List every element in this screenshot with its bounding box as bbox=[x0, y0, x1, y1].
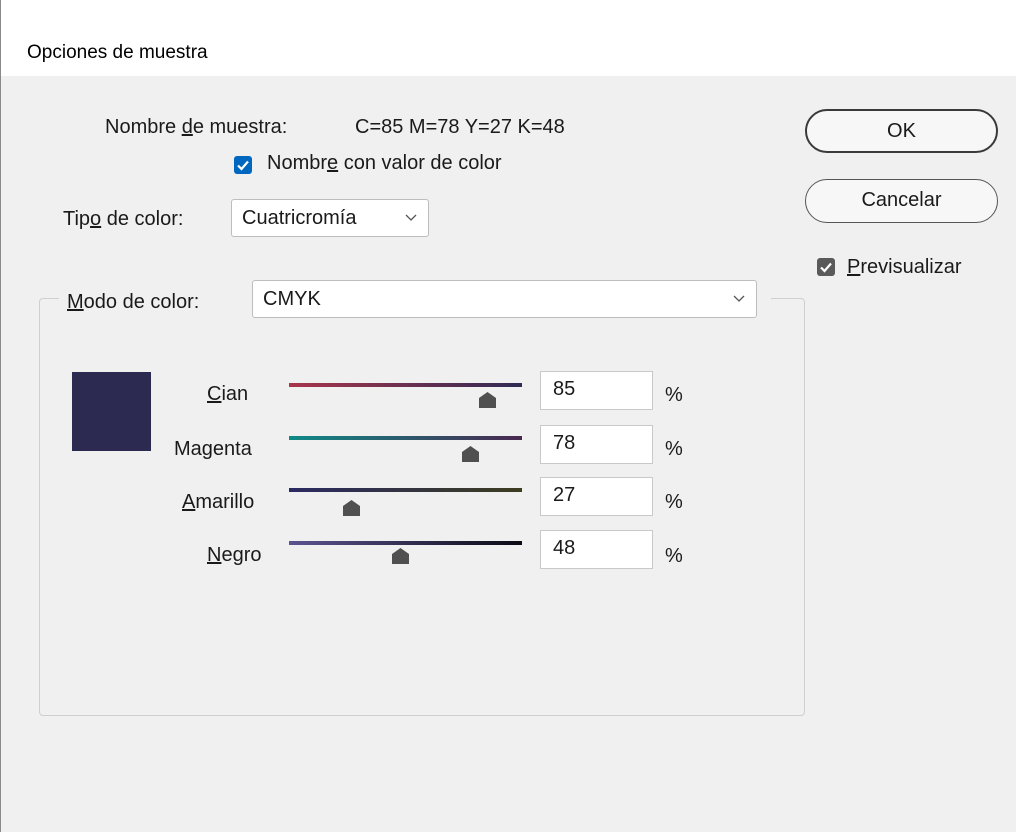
swatch-name-label-text: Nombre bbox=[105, 116, 182, 138]
magenta-mnemonic: g bbox=[201, 438, 213, 460]
black-value: 48 bbox=[553, 537, 576, 559]
magenta-unit: % bbox=[665, 438, 683, 460]
black-value-input[interactable]: 48 bbox=[540, 530, 653, 569]
preview-label[interactable]: Previsualizar bbox=[847, 256, 962, 279]
color-type-label: Tipo de color: bbox=[63, 208, 183, 231]
magenta-label: Magenta bbox=[174, 438, 252, 461]
color-preview-swatch bbox=[72, 372, 151, 451]
black-unit: % bbox=[665, 545, 683, 567]
preview-text: revisualizar bbox=[860, 256, 962, 278]
title-bar: Opciones de muestra bbox=[1, 8, 1016, 76]
color-mode-text: odo de color: bbox=[83, 291, 200, 313]
cyan-mnemonic: C bbox=[207, 383, 222, 405]
cyan-slider-track[interactable] bbox=[289, 383, 522, 387]
magenta-value: 78 bbox=[553, 432, 576, 454]
color-mode-value: CMYK bbox=[263, 288, 321, 310]
checkmark-icon bbox=[237, 160, 249, 171]
color-mode-label: Modo de color: bbox=[67, 291, 199, 314]
name-with-color-mnemonic: e bbox=[327, 152, 339, 174]
color-type-mnemonic: o bbox=[90, 208, 102, 230]
yellow-value-input[interactable]: 27 bbox=[540, 477, 653, 516]
cyan-slider-thumb[interactable] bbox=[478, 392, 496, 408]
name-with-color-checkbox[interactable] bbox=[234, 156, 252, 174]
checkmark-icon bbox=[820, 262, 832, 273]
cyan-value: 85 bbox=[553, 378, 576, 400]
black-slider-thumb[interactable] bbox=[392, 548, 410, 564]
name-with-color-label[interactable]: Nombre con valor de color bbox=[267, 152, 502, 175]
preview-mnemonic: P bbox=[847, 256, 861, 278]
cyan-value-input[interactable]: 85 bbox=[540, 371, 653, 410]
color-type-value: Cuatricromía bbox=[242, 207, 357, 229]
swatch-name-label-rest: e muestra: bbox=[192, 116, 288, 138]
color-mode-dropdown[interactable]: CMYK bbox=[252, 280, 757, 318]
color-type-rest: de color: bbox=[101, 208, 184, 230]
color-mode-group bbox=[39, 298, 805, 716]
cyan-label: Cian bbox=[207, 383, 248, 406]
ok-button[interactable]: OK bbox=[805, 109, 998, 153]
black-mnemonic: N bbox=[207, 544, 222, 566]
magenta-slider-track[interactable] bbox=[289, 436, 522, 440]
color-type-text: Tip bbox=[63, 208, 91, 230]
chevron-down-icon bbox=[733, 295, 745, 302]
yellow-slider-thumb[interactable] bbox=[343, 500, 361, 516]
name-with-color-text: Nombr bbox=[267, 152, 328, 174]
top-strip bbox=[1, 0, 1016, 8]
preview-checkbox[interactable] bbox=[817, 258, 835, 276]
yellow-label-rest: marillo bbox=[195, 491, 255, 513]
magenta-label-text: Ma bbox=[174, 438, 202, 460]
yellow-label: Amarillo bbox=[182, 491, 254, 514]
color-type-dropdown[interactable]: Cuatricromía bbox=[231, 199, 429, 237]
yellow-unit: % bbox=[665, 491, 683, 513]
swatch-name-label: Nombre de muestra: bbox=[105, 116, 287, 139]
color-mode-mnemonic: M bbox=[67, 291, 84, 313]
cyan-label-rest: ian bbox=[221, 383, 249, 405]
cancel-button[interactable]: Cancelar bbox=[805, 179, 998, 223]
swatch-options-dialog: Opciones de muestra Nombre de muestra: C… bbox=[0, 0, 1016, 832]
black-label-rest: egro bbox=[221, 544, 262, 566]
dialog-title: Opciones de muestra bbox=[27, 42, 208, 63]
black-label: Negro bbox=[207, 544, 261, 567]
yellow-mnemonic: A bbox=[182, 491, 196, 513]
swatch-name-value: C=85 M=78 Y=27 K=48 bbox=[355, 116, 565, 138]
magenta-label-rest: enta bbox=[212, 438, 252, 460]
swatch-name-mnemonic: d bbox=[181, 116, 193, 138]
chevron-down-icon bbox=[405, 214, 417, 221]
magenta-slider-thumb[interactable] bbox=[462, 446, 480, 462]
magenta-value-input[interactable]: 78 bbox=[540, 425, 653, 464]
yellow-slider-track[interactable] bbox=[289, 488, 522, 492]
yellow-value: 27 bbox=[553, 484, 576, 506]
cyan-unit: % bbox=[665, 384, 683, 406]
black-slider-track[interactable] bbox=[289, 541, 522, 545]
name-with-color-rest: con valor de color bbox=[338, 152, 502, 174]
